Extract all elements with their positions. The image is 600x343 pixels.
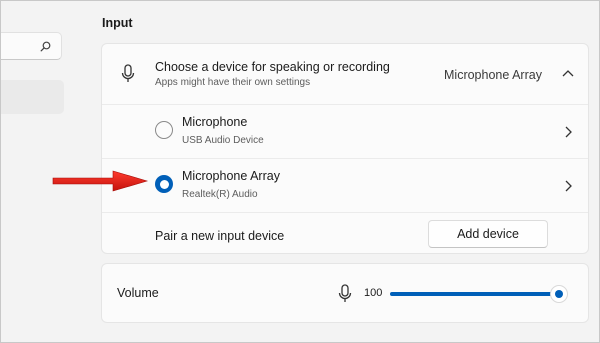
device-radio-microphone-array[interactable]: [155, 175, 173, 193]
volume-slider-thumb[interactable]: [550, 285, 568, 303]
device-radio-microphone[interactable]: [155, 121, 173, 139]
chevron-right-icon[interactable]: [564, 126, 572, 138]
chevron-up-icon[interactable]: [562, 69, 574, 77]
device-chooser-title: Choose a device for speaking or recordin…: [155, 60, 390, 74]
section-title-input: Input: [102, 16, 133, 30]
chevron-right-icon[interactable]: [564, 180, 572, 192]
device-name: Microphone: [182, 115, 248, 129]
search-icon: [40, 41, 51, 52]
device-row-microphone-array[interactable]: Microphone Array Realtek(R) Audio: [102, 159, 588, 212]
volume-card: Volume 100: [101, 263, 589, 323]
pair-device-label: Pair a new input device: [155, 229, 285, 243]
annotation-arrow-icon: [52, 170, 149, 192]
device-chooser-header[interactable]: Choose a device for speaking or recordin…: [102, 44, 588, 104]
input-devices-card: Choose a device for speaking or recordin…: [101, 43, 589, 254]
device-chooser-subtitle: Apps might have their own settings: [155, 77, 311, 88]
selected-device-value: Microphone Array: [444, 68, 542, 82]
add-device-button[interactable]: Add device: [428, 220, 548, 248]
volume-value: 100: [364, 287, 383, 299]
device-detail: USB Audio Device: [182, 135, 264, 146]
pair-device-row: Pair a new input device Add device: [102, 213, 588, 255]
device-name: Microphone Array: [182, 169, 280, 183]
device-detail: Realtek(R) Audio: [182, 189, 258, 200]
volume-slider-track: [390, 292, 559, 296]
device-row-microphone[interactable]: Microphone USB Audio Device: [102, 105, 588, 158]
nav-item-selected[interactable]: [0, 80, 64, 114]
settings-search-box[interactable]: [0, 32, 62, 60]
volume-label: Volume: [117, 286, 159, 300]
volume-slider[interactable]: [390, 285, 568, 303]
microphone-icon: [121, 64, 135, 82]
microphone-icon: [338, 284, 352, 302]
